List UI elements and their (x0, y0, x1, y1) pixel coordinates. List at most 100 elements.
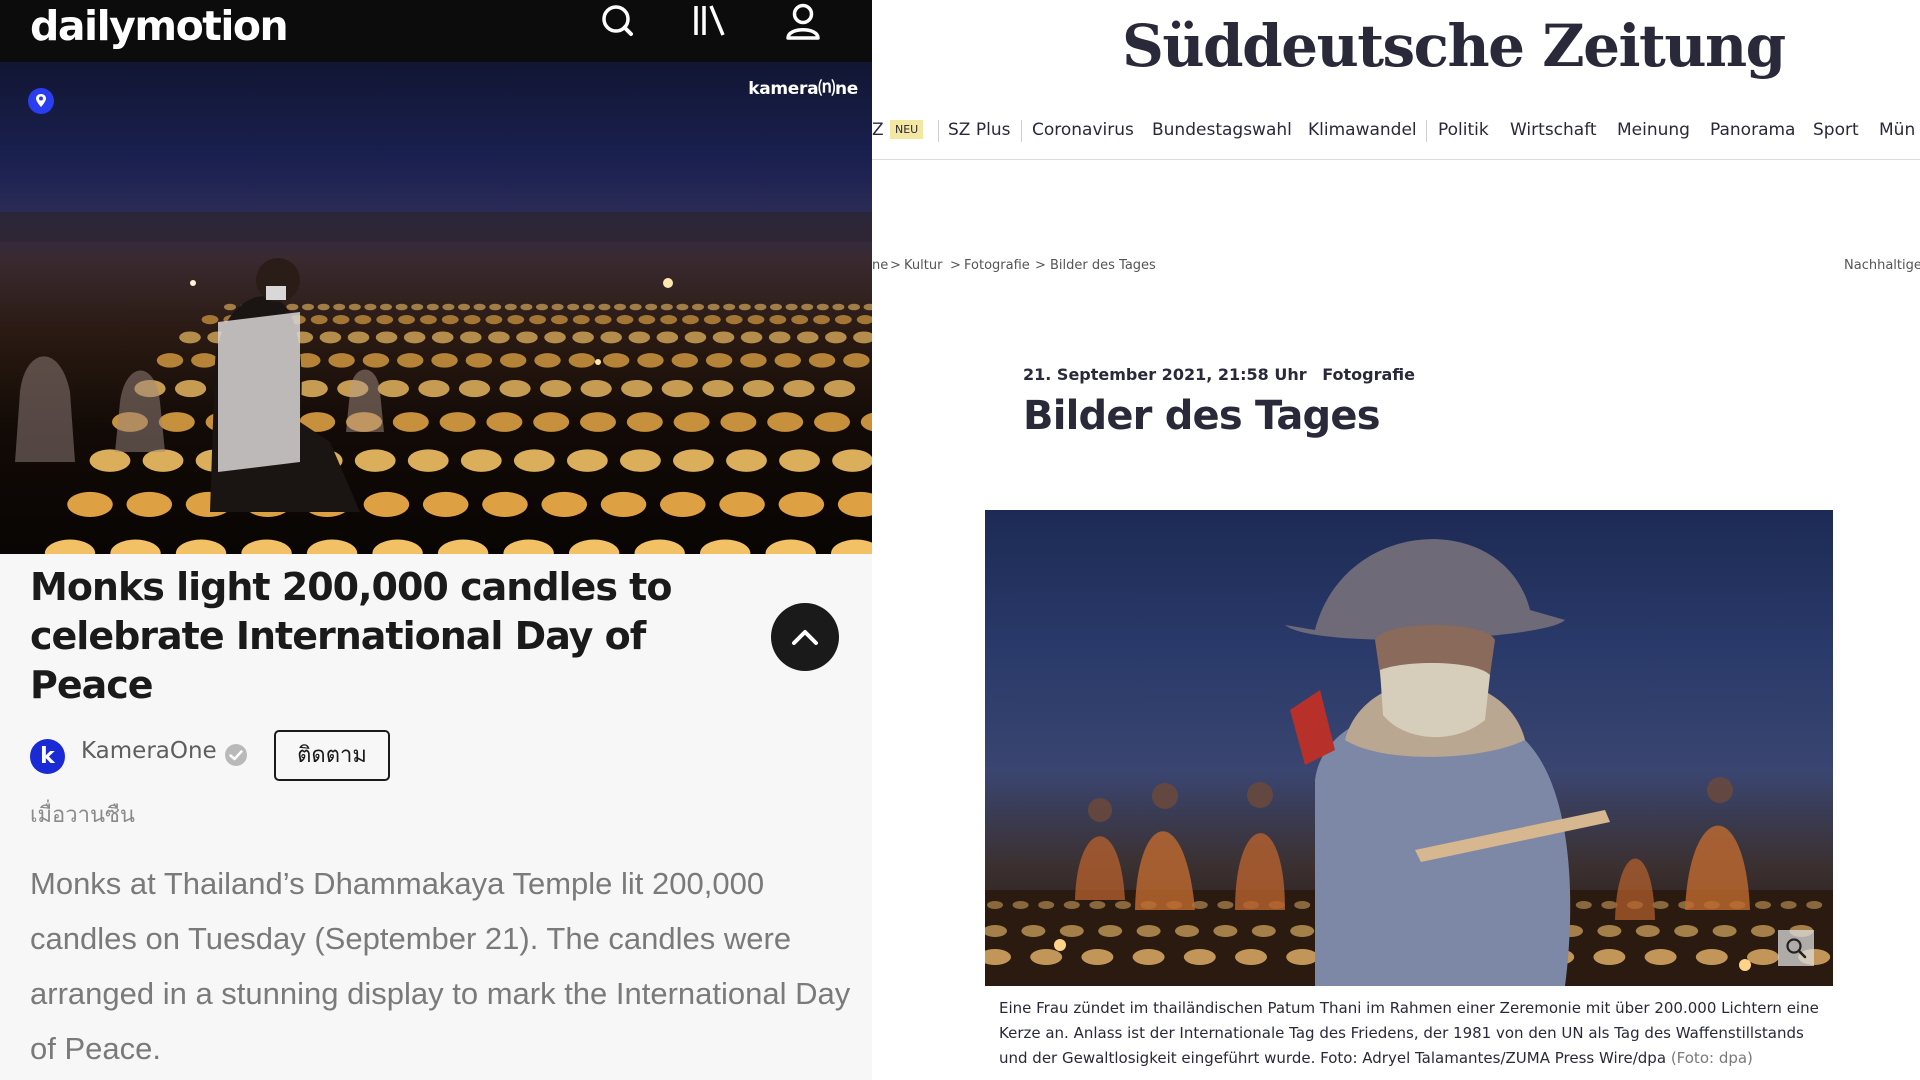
nav-item-sport[interactable]: Sport (1813, 120, 1859, 140)
candle-light (616, 314, 634, 325)
candle-light (1098, 925, 1123, 937)
candle-light (837, 491, 872, 517)
candle-light (567, 303, 580, 311)
nav-item-muenchen[interactable]: Mün (1879, 120, 1915, 140)
candle-light (317, 303, 330, 311)
candle-light (987, 901, 1003, 909)
candle-light (770, 303, 782, 311)
candle-light (332, 314, 350, 325)
nav-item-politik[interactable]: Politik (1438, 120, 1489, 140)
candle-light (372, 539, 423, 554)
library-icon[interactable] (687, 0, 737, 50)
candle-light (816, 303, 829, 311)
candle-light (1012, 901, 1029, 909)
candle-light (376, 314, 394, 325)
nav-item-klimawandel[interactable]: Klimawandel (1308, 120, 1417, 140)
candle-light (503, 539, 554, 554)
candle-light (485, 314, 503, 325)
candle-light (310, 314, 328, 325)
candle-light (740, 353, 767, 368)
nav-item-coronavirus[interactable]: Coronavirus (1032, 120, 1134, 140)
candle-light (110, 539, 161, 554)
candle-light (499, 380, 531, 398)
sz-logo[interactable]: Süddeutsche Zeitung (1122, 12, 1786, 80)
kameraone-watermark: kamera⒩ne (748, 79, 858, 99)
candle-light (682, 314, 699, 325)
search-icon[interactable] (593, 0, 643, 50)
candle-light (620, 449, 661, 472)
candle-light (1644, 949, 1677, 965)
breadcrumb-item[interactable]: ne (872, 258, 888, 273)
candle-light (692, 303, 704, 311)
candle-light (568, 353, 596, 368)
candle-light (843, 353, 870, 368)
candle-light (1217, 901, 1234, 909)
nav-item-sz-plus[interactable]: SZ Plus (948, 120, 1010, 140)
candle-light (156, 353, 184, 368)
candle-light (813, 314, 830, 325)
breadcrumb-item[interactable]: Bilder des Tages (1050, 258, 1156, 273)
candle-light (488, 331, 510, 344)
candle-light (551, 303, 564, 311)
candle-light (629, 303, 642, 311)
candle-light (825, 331, 847, 344)
location-pin-icon[interactable] (28, 88, 54, 114)
zoom-button[interactable] (1778, 930, 1814, 966)
breadcrumb-item[interactable]: Kultur (904, 258, 942, 273)
candle-light (767, 412, 804, 432)
candle-light (626, 412, 663, 432)
nav-item-panorama[interactable]: Panorama (1710, 120, 1795, 140)
candle-light (540, 380, 572, 398)
candle-light (700, 539, 751, 554)
candle-light (465, 353, 493, 368)
candle-light (848, 303, 860, 311)
candle-light (328, 353, 355, 368)
article-photo[interactable] (985, 510, 1833, 986)
candle-light (580, 380, 612, 398)
collapse-button[interactable] (771, 603, 839, 671)
channel-avatar[interactable]: k (30, 739, 65, 774)
candle-light (1059, 925, 1084, 937)
candle-light (808, 353, 836, 368)
candle-light (726, 449, 767, 472)
nav-divider (872, 159, 1920, 160)
nav-item-wirtschaft[interactable]: Wirtschaft (1510, 120, 1597, 140)
photo-scene (985, 539, 1833, 986)
candle-light (676, 303, 689, 311)
chevron-up-icon (792, 630, 818, 645)
nav-item-partial[interactable]: Z (872, 120, 884, 140)
candle-light (1635, 925, 1660, 937)
candle-light (712, 331, 735, 344)
candle-light (431, 353, 458, 368)
nav-item-meinung[interactable]: Meinung (1617, 120, 1690, 140)
candle-light (1294, 901, 1311, 909)
breadcrumb-item[interactable]: Fotografie (964, 258, 1030, 273)
dailymotion-logo[interactable]: dailymotion (30, 2, 289, 50)
user-icon[interactable] (778, 0, 828, 50)
breadcrumb-separator: > (890, 258, 901, 273)
candle-light (863, 303, 872, 311)
candle-light (534, 353, 561, 368)
follow-button[interactable]: ติดตาม (274, 730, 390, 781)
candle-light (1063, 901, 1080, 909)
candle-light (377, 380, 409, 398)
channel-name[interactable]: KameraOne (81, 738, 217, 764)
candle-light (551, 314, 568, 325)
candle-light (621, 380, 653, 398)
breadcrumb-right-link[interactable]: Nachhaltige (1844, 258, 1920, 273)
candle-light (395, 303, 408, 311)
candle-light (142, 449, 184, 472)
candle-light (1132, 949, 1165, 965)
candle-light (354, 314, 372, 325)
video-player[interactable]: kamera⒩ne (0, 62, 872, 554)
candle-light (582, 303, 595, 311)
article-category[interactable]: Fotografie (1322, 365, 1415, 384)
candle-light (426, 303, 439, 311)
nav-item-bundestagswahl[interactable]: Bundestagswahl (1152, 120, 1292, 140)
candle-light (1806, 901, 1823, 909)
neu-badge: NEU (890, 120, 924, 139)
candle-light (656, 331, 679, 344)
candle-light (779, 449, 820, 472)
candle-light (572, 314, 590, 325)
candle-light (460, 331, 482, 344)
